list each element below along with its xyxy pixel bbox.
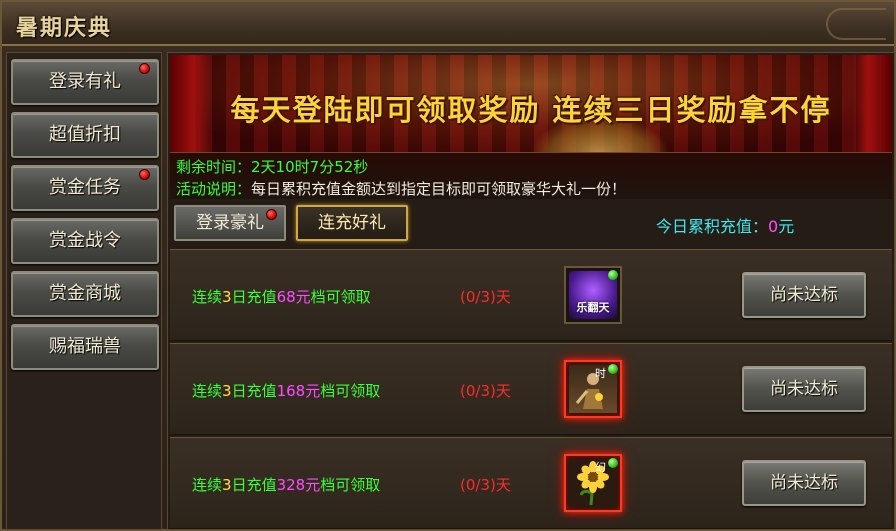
claim-button[interactable]: 尚未达标 xyxy=(742,460,866,506)
sidebar-item-label: 赏金商城 xyxy=(49,283,121,304)
notification-dot-icon xyxy=(266,209,277,220)
condition-mid: 日充值 xyxy=(231,288,277,306)
reward-item-slot[interactable]: 幻 xyxy=(564,454,622,512)
description-label: 活动说明： xyxy=(176,180,252,198)
activity-description: 活动说明：每日累积充值金额达到指定目标即可领取豪华大礼一份！ xyxy=(176,178,626,199)
condition-days: 3 xyxy=(222,288,232,306)
today-charge-value: 0 xyxy=(768,217,779,236)
status-dot-icon xyxy=(608,458,618,468)
reward-row: 连续3日充值168元档可领取 (0/3)天 时 尚未达标 xyxy=(170,343,892,435)
reward-progress: (0/3)天 xyxy=(460,382,511,400)
sidebar-item-label: 赏金战令 xyxy=(49,230,121,251)
reward-condition: 连续3日充值68元档可领取 xyxy=(192,286,371,307)
sidebar-item-label: 登录有礼 xyxy=(49,71,121,92)
claim-button[interactable]: 尚未达标 xyxy=(742,272,866,318)
banner-headline: 每天登陆即可领取奖励 连续三日奖励拿不停 xyxy=(230,93,832,127)
notification-dot-icon xyxy=(139,169,150,180)
condition-days: 3 xyxy=(222,382,232,400)
today-charge-unit: 元 xyxy=(778,217,795,236)
claim-button-label: 尚未达标 xyxy=(770,473,838,493)
reward-row: 连续3日充值328元档可领取 (0/3)天 幻 尚未达标 xyxy=(170,437,892,529)
condition-suffix: 档可领取 xyxy=(320,382,381,400)
sidebar-item-label: 赏金任务 xyxy=(49,177,121,198)
status-dot-icon xyxy=(608,364,618,374)
event-window: 暑期庆典 登录有礼 超值折扣 赏金任务 赏金战令 赏金商城 赐福瑞兽 每天登陆即… xyxy=(0,0,896,531)
title-bar: 暑期庆典 xyxy=(2,2,894,46)
claim-button-label: 尚未达标 xyxy=(770,379,838,399)
sidebar-item-bounty-task[interactable]: 赏金任务 xyxy=(11,165,159,211)
info-area: 剩余时间：2天10时7分52秒 活动说明：每日累积充值金额达到指定目标即可领取豪… xyxy=(170,153,892,199)
sidebar-item-login-gift[interactable]: 登录有礼 xyxy=(11,59,159,105)
reward-condition: 连续3日充值328元档可领取 xyxy=(192,474,380,495)
condition-amount: 328元 xyxy=(276,476,321,494)
sidebar-item-discount[interactable]: 超值折扣 xyxy=(11,112,159,158)
condition-prefix: 连续 xyxy=(192,382,223,400)
today-charge: 今日累积充值：0元 xyxy=(656,213,794,237)
status-dot-icon xyxy=(608,270,618,280)
event-banner: 每天登陆即可领取奖励 连续三日奖励拿不停 xyxy=(170,55,892,153)
tab-label: 连充好礼 xyxy=(318,213,386,233)
sidebar-item-blessing-beast[interactable]: 赐福瑞兽 xyxy=(11,324,159,370)
window-title: 暑期庆典 xyxy=(16,15,113,41)
reward-row: 连续3日充值68元档可领取 (0/3)天 乐翻天 尚未达标 xyxy=(170,249,892,341)
reward-progress: (0/3)天 xyxy=(460,288,511,306)
condition-prefix: 连续 xyxy=(192,288,223,306)
condition-suffix: 档可领取 xyxy=(310,288,371,306)
sidebar-item-bounty-shop[interactable]: 赏金商城 xyxy=(11,271,159,317)
condition-days: 3 xyxy=(222,476,232,494)
sidebar-item-label: 赐福瑞兽 xyxy=(49,336,121,357)
condition-prefix: 连续 xyxy=(192,476,223,494)
description-value: 每日累积充值金额达到指定目标即可领取豪华大礼一份！ xyxy=(251,180,627,198)
condition-mid: 日充值 xyxy=(231,382,277,400)
reward-condition: 连续3日充值168元档可领取 xyxy=(192,380,380,401)
today-charge-label: 今日累积充值： xyxy=(656,217,769,236)
sidebar-item-label: 超值折扣 xyxy=(49,124,121,145)
remaining-time-label: 剩余时间： xyxy=(176,158,252,176)
remaining-time: 剩余时间：2天10时7分52秒 xyxy=(176,156,368,177)
condition-amount: 68元 xyxy=(276,288,311,306)
sidebar-item-bounty-pass[interactable]: 赏金战令 xyxy=(11,218,159,264)
reward-item-slot[interactable]: 时 xyxy=(564,360,622,418)
item-caption: 时 xyxy=(595,367,606,380)
ornament-icon xyxy=(826,8,886,40)
tab-label: 登录豪礼 xyxy=(196,213,264,233)
reward-item-slot[interactable]: 乐翻天 xyxy=(564,266,622,324)
sidebar: 登录有礼 超值折扣 赏金任务 赏金战令 赏金商城 赐福瑞兽 xyxy=(6,52,162,530)
reward-progress: (0/3)天 xyxy=(460,476,511,494)
item-caption: 乐翻天 xyxy=(576,301,610,314)
claim-button[interactable]: 尚未达标 xyxy=(742,366,866,412)
tab-consecutive-charge[interactable]: 连充好礼 xyxy=(296,205,408,241)
condition-suffix: 档可领取 xyxy=(320,476,381,494)
remaining-time-value: 2天10时7分52秒 xyxy=(251,158,369,176)
condition-amount: 168元 xyxy=(276,382,321,400)
notification-dot-icon xyxy=(139,63,150,74)
claim-button-label: 尚未达标 xyxy=(770,285,838,305)
content-panel: 每天登陆即可领取奖励 连续三日奖励拿不停 剩余时间：2天10时7分52秒 活动说… xyxy=(167,52,895,530)
condition-mid: 日充值 xyxy=(231,476,277,494)
item-caption: 幻 xyxy=(595,461,606,474)
